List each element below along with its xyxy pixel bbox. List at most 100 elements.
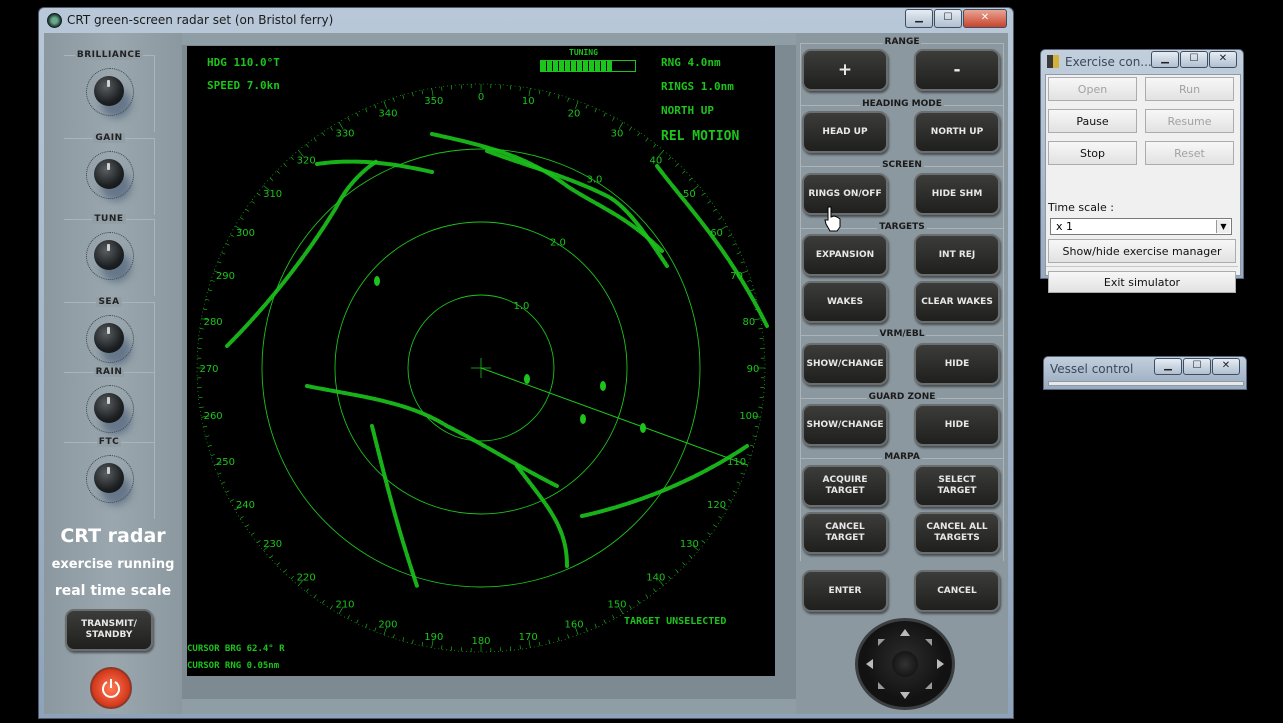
bearing-tick [682, 170, 686, 174]
range-decrease-button[interactable]: - [914, 49, 1000, 91]
bearing-tick [538, 641, 541, 646]
brilliance-knob[interactable] [94, 76, 124, 106]
main-client-area: BRILLIANCE GAIN TUNE SEA RAIN FTC CRT ra… [44, 33, 1008, 714]
vessel-close-button[interactable]: ✕ [1212, 358, 1240, 375]
exercise-maximize-button[interactable]: ☐ [1180, 51, 1208, 68]
speed-readout: SPEED 7.0kn [207, 79, 280, 92]
target-echo [524, 374, 530, 384]
bearing-tick [752, 435, 757, 437]
show-hide-manager-button[interactable]: Show/hide exercise manager [1048, 239, 1236, 263]
sea-knob[interactable] [94, 323, 124, 353]
bearing-tick [199, 406, 204, 408]
rings-toggle-button[interactable]: RINGS ON/OFF [802, 173, 888, 215]
reset-button[interactable]: Reset [1145, 141, 1234, 165]
exit-simulator-button[interactable]: Exit simulator [1048, 271, 1236, 293]
bearing-tick [548, 639, 550, 644]
bearing-tick [207, 444, 212, 447]
bearing-tick [251, 200, 255, 204]
stop-button[interactable]: Stop [1048, 141, 1137, 165]
time-scale-select[interactable]: x 1 ▼ [1050, 218, 1232, 235]
run-button[interactable]: Run [1145, 77, 1234, 101]
vessel-maximize-button[interactable]: ☐ [1183, 358, 1211, 375]
bearing-label: 140 [646, 572, 665, 583]
bearing-tick [251, 532, 255, 536]
bearing-tick [637, 132, 641, 137]
brilliance-label: BRILLIANCE [74, 50, 144, 60]
bearing-tick [594, 623, 597, 628]
cancel-all-targets-button[interactable]: CANCEL ALL TARGETS [914, 512, 1000, 554]
bearing-tick [750, 444, 755, 447]
exercise-client-area: Open Run Pause Resume Stop Reset Time sc… [1045, 74, 1241, 293]
open-button[interactable]: Open [1048, 77, 1137, 101]
bearing-tick [728, 234, 732, 237]
exercise-close-button[interactable]: ✕ [1209, 51, 1237, 68]
bearing-tick [668, 156, 672, 161]
bearing-tick [528, 88, 531, 97]
exercise-minimize-button[interactable]: ▁ [1151, 51, 1179, 68]
bearing-tick [421, 90, 424, 95]
bearing-tick [269, 555, 274, 559]
power-button[interactable] [90, 667, 132, 709]
target-status: TARGET UNSELECTED [624, 616, 727, 627]
bearing-tick [548, 92, 550, 97]
vrm-ebl-hide-button[interactable]: HIDE [914, 343, 1000, 385]
trackball-joystick[interactable] [855, 618, 955, 710]
select-target-button[interactable]: SELECT TARGET [914, 465, 1000, 507]
pause-button[interactable]: Pause [1048, 109, 1137, 133]
transmit-standby-button[interactable]: TRANSMIT/STANDBY [65, 609, 153, 651]
bearing-tick [567, 97, 570, 102]
bearing-label: 340 [378, 108, 397, 119]
bearing-tick [305, 144, 309, 148]
bearing-tick [290, 156, 294, 161]
time-scale-label: Time scale : [1048, 201, 1114, 214]
gain-knob[interactable] [94, 159, 124, 189]
joystick-knob[interactable] [892, 651, 918, 677]
range-increase-button[interactable]: + [802, 49, 888, 91]
bearing-tick [225, 490, 230, 493]
bearing-tick [668, 575, 672, 580]
guard-zone-show-change-button[interactable]: SHOW/CHANGE [802, 404, 888, 446]
range-ring-label: 2.0 [550, 238, 566, 249]
resume-button[interactable]: Resume [1145, 109, 1234, 133]
dropdown-arrow-icon[interactable]: ▼ [1216, 220, 1230, 233]
bearing-tick [585, 627, 588, 632]
close-button[interactable]: ✕ [963, 9, 1007, 28]
bearing-tick [612, 615, 615, 619]
bearing-label: 290 [216, 271, 235, 282]
bearing-tick [603, 112, 606, 117]
hand-cursor-icon [824, 206, 841, 232]
maximize-button[interactable]: ☐ [934, 9, 962, 28]
radar-main-window: CRT green-screen radar set (on Bristol f… [38, 7, 1014, 719]
main-title-bar[interactable]: CRT green-screen radar set (on Bristol f… [39, 8, 1013, 33]
enter-button[interactable]: ENTER [802, 570, 888, 612]
head-up-button[interactable]: HEAD UP [802, 111, 888, 153]
hide-shm-button[interactable]: HIDE SHM [914, 173, 1000, 215]
bearing-label: 350 [424, 96, 443, 107]
cancel-target-button[interactable]: CANCEL TARGET [802, 512, 888, 554]
exercise-app-icon [1047, 55, 1059, 68]
cancel-button[interactable]: CANCEL [914, 570, 1000, 612]
bearing-tick [412, 639, 414, 644]
bearing-tick [718, 217, 723, 220]
bearing-tick [347, 615, 350, 619]
bearing-tick [431, 88, 434, 97]
clear-wakes-button[interactable]: CLEAR WAKES [914, 281, 1000, 323]
int-rej-button[interactable]: INT REJ [914, 234, 1000, 276]
radar-screen[interactable]: 1.0 2.0 3.0 0 10 20 30 40 50 60 70 80 90 100 110 120 130… [187, 46, 775, 676]
bearing-tick [402, 637, 405, 642]
wakes-button[interactable]: WAKES [802, 281, 888, 323]
minimize-button[interactable]: ▁ [905, 9, 933, 28]
rain-knob[interactable] [94, 393, 124, 423]
bearing-tick [245, 524, 250, 528]
north-up-button[interactable]: NORTH UP [914, 111, 1000, 153]
bearing-tick [269, 177, 274, 181]
acquire-target-button[interactable]: ACQUIRE TARGET [802, 465, 888, 507]
vessel-minimize-button[interactable]: ▁ [1154, 358, 1182, 375]
bearing-tick [365, 108, 368, 113]
ftc-knob[interactable] [94, 463, 124, 493]
vrm-ebl-show-change-button[interactable]: SHOW/CHANGE [802, 343, 888, 385]
expansion-button[interactable]: EXPANSION [802, 234, 888, 276]
guard-zone-hide-button[interactable]: HIDE [914, 404, 1000, 446]
bearing-tick [519, 645, 521, 650]
tune-knob[interactable] [94, 240, 124, 270]
